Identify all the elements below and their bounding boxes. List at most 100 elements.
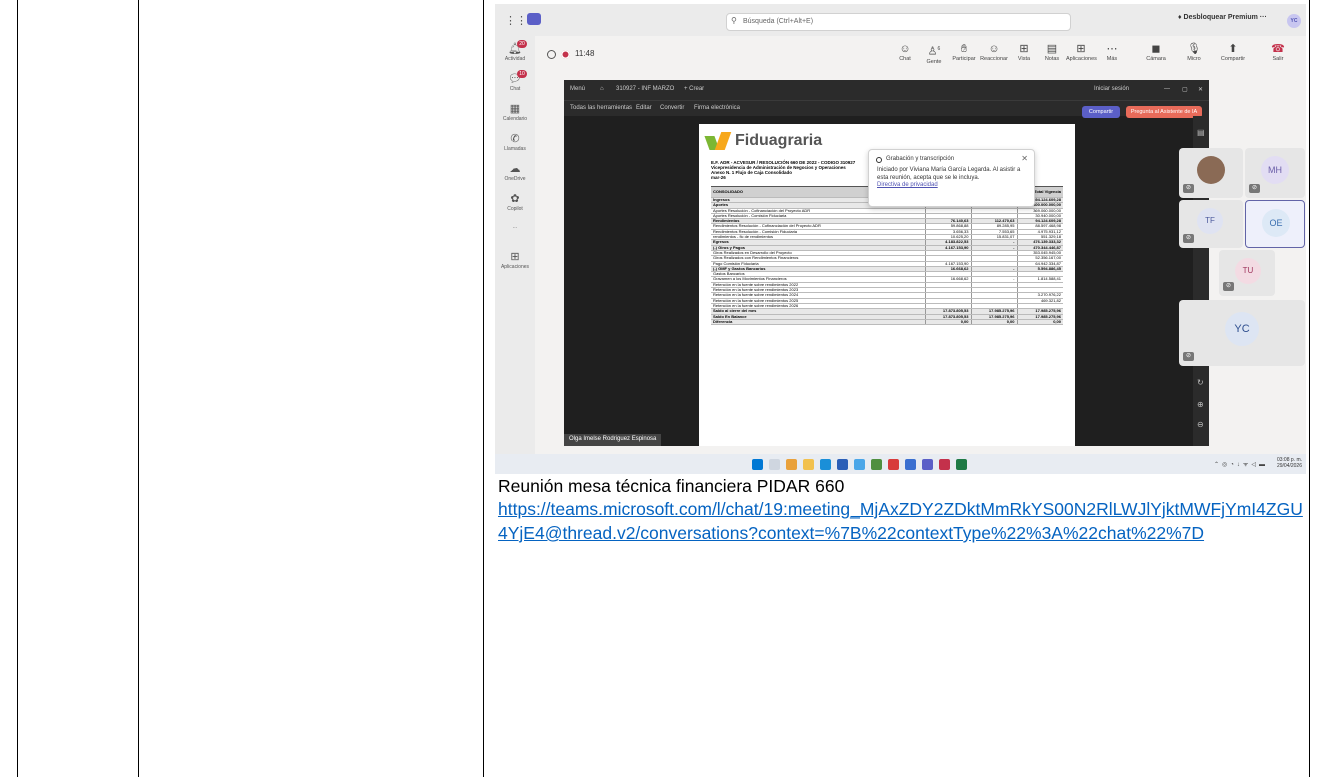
rail-label: Copilot [507, 206, 523, 212]
meeting-link[interactable]: https://teams.microsoft.com/l/chat/19:me… [498, 497, 1310, 545]
acrobat-icon[interactable] [939, 459, 950, 470]
ellipsis-icon: ⋯ [1106, 43, 1118, 55]
close-icon[interactable]: ✕ [1021, 154, 1028, 163]
rail-more[interactable]: ... [495, 224, 535, 230]
rail-calendario[interactable]: ▦ Calendario [495, 102, 535, 122]
edge-icon[interactable] [820, 459, 831, 470]
restore-icon[interactable]: ▢ [1182, 86, 1188, 93]
refresh-icon[interactable]: ↻ [1197, 378, 1204, 387]
rail-llamadas[interactable]: ✆ Llamadas [495, 132, 535, 152]
call-button-label: Gente [926, 58, 942, 65]
rail-aplicaciones[interactable]: ⊞ Aplicaciones [495, 250, 535, 270]
app-icon[interactable] [888, 459, 899, 470]
meeting-caption: Reunión mesa técnica financiera PIDAR 66… [498, 476, 845, 496]
rail-actividad[interactable]: 🔔︎ 20 Actividad [495, 40, 535, 62]
app-icon[interactable] [871, 459, 882, 470]
rail-label: Aplicaciones [500, 264, 530, 270]
system-tray[interactable]: ⌃◎◔↓ᯤ◁▬ [1214, 460, 1268, 468]
mic-muted-icon: ⊘ [1223, 282, 1234, 291]
outlook-icon[interactable] [905, 459, 916, 470]
close-window-icon[interactable]: ✕ [1198, 86, 1203, 93]
participant-tile-active[interactable]: OE [1245, 200, 1305, 248]
presenter-name-tag: Olga Imelse Rodriguez Espinosa [564, 434, 662, 446]
participant-tile[interactable]: TF ⊘ [1179, 200, 1243, 248]
zoom-in-icon[interactable]: ⊕ [1197, 400, 1204, 409]
home-icon[interactable]: ⌂ [600, 86, 604, 92]
smiley-icon: ☺︎ [988, 43, 1000, 55]
people-icon: ♙6 [927, 45, 941, 58]
apps-plus-icon: ⊞ [1076, 43, 1086, 55]
call-button-label: Cámara [1146, 56, 1166, 62]
tool-convert[interactable]: Convertir [660, 105, 684, 111]
create-button[interactable]: + Crear [684, 86, 704, 92]
participant-avatar: TU [1235, 258, 1261, 284]
call-apps-button[interactable]: ⊞ Aplicaciones [1066, 42, 1097, 62]
rail-badge: 10 [517, 70, 527, 78]
mic-muted-icon: ⊘ [1249, 184, 1260, 193]
call-raise-hand-button[interactable]: ✋︎ Participar [949, 42, 979, 62]
search-taskbar-icon[interactable] [769, 459, 780, 470]
call-react-button[interactable]: ☺︎ Reaccionar [979, 42, 1009, 62]
privacy-link[interactable]: Directiva de privacidad [877, 182, 1026, 188]
call-more-button[interactable]: ⋯ Más [1097, 42, 1127, 62]
call-people-button[interactable]: ♙6 Gente [919, 42, 949, 65]
call-share-button[interactable]: ⬆︎ Compartir [1218, 42, 1248, 62]
ai-assistant-button[interactable]: Pregunta al Asistente de IA [1126, 106, 1202, 118]
cloud-icon: ☁︎ [509, 163, 521, 175]
excel-icon[interactable] [956, 459, 967, 470]
call-chat-button[interactable]: ☺︎ Chat [890, 42, 920, 62]
table-cell: 0,00 [924, 319, 971, 326]
recording-indicator-icon [561, 50, 570, 59]
zoom-out-icon[interactable]: ⊖ [1197, 420, 1204, 429]
participant-tile[interactable]: ⊘ [1179, 148, 1243, 198]
toast-body: Iniciado por Viviana María García Legard… [877, 167, 1021, 181]
table-cell: 0,00 [1016, 319, 1063, 326]
clock-date: 29/04/2026 [1276, 463, 1302, 469]
tool-edit[interactable]: Editar [636, 105, 652, 111]
acrobat-titlebar: Menú ⌂ 310927 - INF MARZO + Crear Inicia… [564, 80, 1209, 100]
copilot-taskbar-icon[interactable] [786, 459, 797, 470]
word-icon[interactable] [837, 459, 848, 470]
acrobat-share-button[interactable]: Compartir [1082, 106, 1120, 118]
fiduagraria-logo-icon [704, 130, 735, 152]
premium-label: Desbloquear Premium [1183, 14, 1258, 21]
tool-esign[interactable]: Firma electrónica [694, 105, 740, 111]
notes-icon: ▤ [1046, 43, 1058, 55]
sign-in-button[interactable]: Iniciar sesión [1094, 86, 1129, 92]
meeting-stage: Menú ⌂ 310927 - INF MARZO + Crear Inicia… [535, 78, 1306, 454]
rail-badge: 20 [517, 40, 527, 48]
rail-label: OneDrive [504, 176, 526, 182]
more-options-icon[interactable]: ··· [1260, 14, 1267, 21]
call-leave-button[interactable]: ☎︎ Salir [1263, 42, 1293, 62]
grid-view-icon: ⊞ [1019, 43, 1029, 55]
doc-tab-title[interactable]: 310927 - INF MARZO [616, 86, 674, 92]
search-icon: ⚲ [731, 16, 737, 25]
rail-onedrive[interactable]: ☁︎ OneDrive [495, 162, 535, 182]
search-placeholder: Búsqueda (Ctrl+Alt+E) [743, 18, 814, 25]
premium-button[interactable]: ♦ Desbloquear Premium ··· [1178, 14, 1267, 21]
clock[interactable]: 03:08 p. m. 29/04/2026 [1277, 457, 1302, 469]
participant-tile[interactable]: MH ⊘ [1245, 148, 1305, 198]
call-mic-button[interactable]: 🎙︎ Micro [1179, 42, 1209, 62]
call-button-label: Reaccionar [980, 56, 1008, 62]
file-explorer-icon[interactable] [803, 459, 814, 470]
start-icon[interactable] [752, 459, 763, 470]
minimize-icon[interactable]: — [1164, 86, 1170, 92]
participant-tile[interactable]: TU ⊘ [1219, 250, 1275, 296]
user-avatar[interactable]: YC [1287, 14, 1301, 28]
rail-copilot[interactable]: ✿ Copilot [495, 192, 535, 212]
call-notes-button[interactable]: ▤ Notas [1037, 42, 1067, 62]
mic-muted-icon: ⊘ [1183, 184, 1194, 193]
tool-all-tools[interactable]: Todas las herramientas [570, 105, 632, 111]
call-camera-button[interactable]: ◼︎ Cámara [1141, 42, 1171, 62]
app-icon[interactable] [854, 459, 865, 470]
comment-icon[interactable]: ▤ [1197, 128, 1205, 137]
call-view-button[interactable]: ⊞ Vista [1009, 42, 1039, 62]
search-input[interactable]: ⚲ Búsqueda (Ctrl+Alt+E) [726, 13, 1071, 31]
table-column-2 [138, 0, 483, 777]
acrobat-menu[interactable]: Menú [570, 86, 585, 92]
rail-chat[interactable]: 💬︎ 10 Chat [495, 70, 535, 92]
participant-tile-self[interactable]: YC ⊘ [1179, 300, 1305, 366]
record-info-icon [876, 157, 882, 163]
teams-taskbar-icon[interactable] [922, 459, 933, 470]
